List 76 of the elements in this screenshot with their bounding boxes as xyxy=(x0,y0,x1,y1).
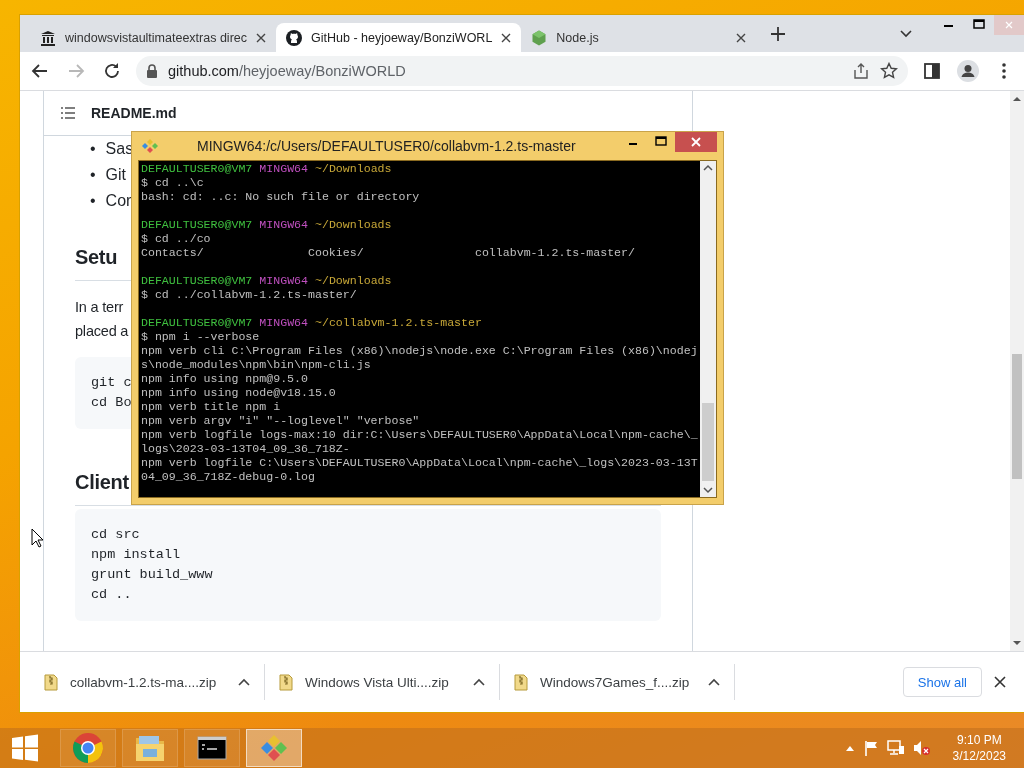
share-icon[interactable] xyxy=(852,62,870,80)
bullet-marker: • xyxy=(90,139,96,159)
download-item[interactable]: Windows7Games_f....zip xyxy=(500,664,735,700)
console-icon xyxy=(197,736,227,760)
caret-up-icon[interactable] xyxy=(708,678,720,686)
bullet-marker: • xyxy=(90,191,96,211)
bullet-item: Cor xyxy=(105,191,132,211)
bullet-marker: • xyxy=(90,165,96,185)
terminal-line: npm verb logfile C:\Users\DEFAULTUSER0\AppData\Local\npm-cache\_logs\2023-03-13T xyxy=(141,456,698,470)
code-line: cd Bo xyxy=(91,394,132,412)
speaker-muted-icon[interactable] xyxy=(912,740,931,756)
browser-icon xyxy=(72,732,104,764)
download-item[interactable]: collabvm-1.2.ts-ma....zip xyxy=(30,664,265,700)
window-title: MINGW64:/c/Users/DEFAULTUSER0/collabvm-1.2.ts-master xyxy=(197,138,576,154)
close-icon[interactable] xyxy=(256,32,266,43)
browser-tab[interactable]: GitHub - heyjoeway/BonziWORL xyxy=(276,23,522,52)
terminal-line: npm verb logfile logs-max:10 dir:C:\Users\DEFAULTUSER0\AppData\Local\npm-cache\_ xyxy=(141,428,698,442)
zip-file-icon xyxy=(514,673,528,691)
mouse-cursor-icon xyxy=(31,528,44,548)
cat-icon xyxy=(286,29,302,46)
code-line: cd src xyxy=(91,526,140,544)
show-all-button[interactable]: Show all xyxy=(902,667,982,697)
flag-icon[interactable] xyxy=(862,740,879,756)
file-name: README.md xyxy=(91,105,177,121)
start-icon[interactable] xyxy=(10,733,40,763)
paragraph-text: placed a xyxy=(75,322,129,341)
terminal-line: $ npm i --verbose xyxy=(141,330,261,344)
download-item[interactable]: Windows Vista Ulti....zip xyxy=(265,664,500,700)
address-bar[interactable]: github.com/heyjoeway/BonziWORLD xyxy=(136,56,908,86)
prompt-line: DEFAULTUSER0@VM7 MINGW64 ~/collabvm-1.2.ts-master xyxy=(141,316,483,330)
prompt-line: DEFAULTUSER0@VM7 MINGW64 ~/Downloads xyxy=(141,162,393,176)
folder-icon xyxy=(134,733,166,763)
code-line: npm install xyxy=(91,546,181,564)
diamonds-icon xyxy=(259,733,289,763)
profile-icon[interactable] xyxy=(956,59,980,83)
bullet-item: Git xyxy=(105,165,127,185)
scroll-down-icon[interactable] xyxy=(1012,639,1022,647)
paragraph-text: In a terr xyxy=(75,298,124,317)
terminal-line: npm verb argv "i" "--loglevel" "verbose" xyxy=(141,414,421,428)
terminal-line: $ cd ..\c xyxy=(141,176,205,190)
terminal-line: 04_09_36_718Z-debug-0.log xyxy=(141,470,316,484)
network-icon[interactable] xyxy=(886,740,905,756)
building-icon xyxy=(40,29,56,46)
scrollbar-thumb[interactable] xyxy=(1012,354,1022,479)
scrollbar-thumb[interactable] xyxy=(702,403,714,481)
caret-up-icon[interactable] xyxy=(473,678,485,686)
terminal-line: npm verb cli C:\Program Files (x86)\nodejs\node.exe C:\Program Files (x86)\nodej xyxy=(141,344,698,358)
code-line: git c xyxy=(91,374,132,392)
prompt-line: DEFAULTUSER0@VM7 MINGW64 ~/Downloads xyxy=(141,218,393,232)
lock-icon xyxy=(146,64,158,78)
scrollbar[interactable] xyxy=(1010,91,1024,651)
browser-tab[interactable]: windowsvistaultimateextras direc xyxy=(30,23,276,52)
terminal-line: npm verb title npm i xyxy=(141,400,282,414)
scroll-up-icon[interactable] xyxy=(1012,95,1022,103)
scrollbar[interactable] xyxy=(700,161,716,497)
terminal-line: s\node_modules\npm\bin\npm-cli.js xyxy=(141,358,372,372)
diamonds-icon xyxy=(141,139,159,153)
close-icon[interactable] xyxy=(736,32,747,43)
hexagon-icon xyxy=(531,29,548,46)
browser-tab[interactable]: Node.js xyxy=(521,23,757,52)
list-icon[interactable] xyxy=(60,106,76,120)
close-icon[interactable] xyxy=(994,676,1006,688)
terminal-line: npm info using node@v18.15.0 xyxy=(141,386,337,400)
terminal-line: Contacts/ Cookies/ collabvm-1.2.ts-master/ xyxy=(141,246,636,260)
terminal-line: npm info using npm@9.5.0 xyxy=(141,372,309,386)
terminal-line: bash: cd: ..c: No such file or directory xyxy=(141,190,421,204)
zip-file-icon xyxy=(44,673,58,691)
code-line: grunt build_www xyxy=(91,566,213,584)
terminal-line: logs\2023-03-13T04_09_36_718Z- xyxy=(141,442,351,456)
caret-up-icon[interactable] xyxy=(238,678,250,686)
zip-file-icon xyxy=(279,673,293,691)
star-icon[interactable] xyxy=(880,62,898,80)
taskbar-button[interactable] xyxy=(184,729,240,767)
terminal-line: $ cd ../collabvm-1.2.ts-master/ xyxy=(141,288,358,302)
close-icon[interactable] xyxy=(501,32,512,43)
code-line: cd .. xyxy=(91,586,132,604)
